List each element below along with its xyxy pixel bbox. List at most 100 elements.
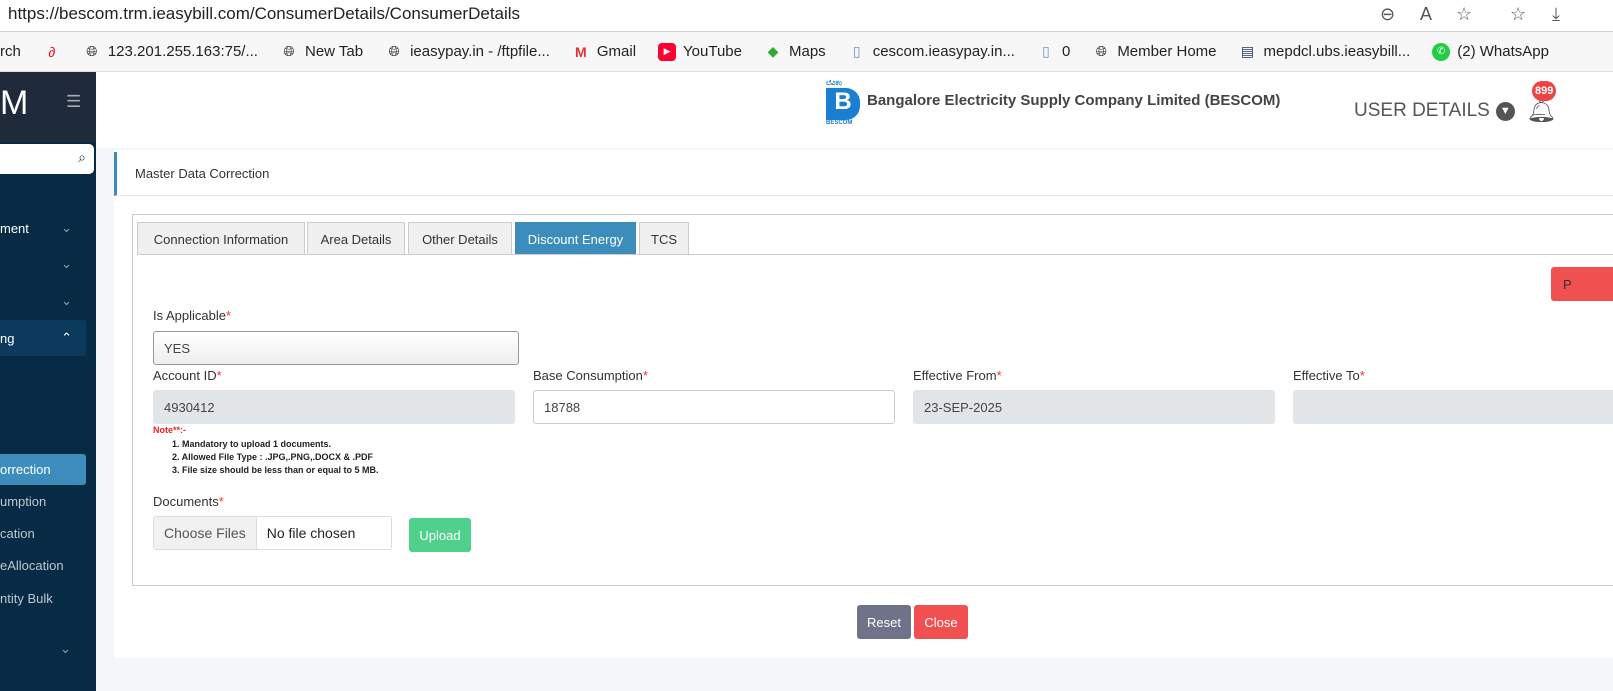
- bookmark[interactable]: M Gmail: [572, 43, 636, 61]
- bookmark-label: 0: [1061, 43, 1071, 60]
- reset-button[interactable]: Reset: [857, 605, 911, 639]
- globe-icon: 🌐︎: [1095, 43, 1107, 59]
- page-icon: ▯: [852, 43, 861, 59]
- tab-area-details[interactable]: Area Details: [307, 222, 405, 255]
- sidebar-item-expanded[interactable]: ng ⌃: [0, 320, 86, 356]
- read-aloud-icon[interactable]: A: [1420, 4, 1432, 25]
- bookmark-label: Gmail: [596, 43, 637, 60]
- search-icon: ⌕: [78, 149, 86, 165]
- top-right-button[interactable]: P: [1551, 267, 1613, 301]
- url-text[interactable]: https://bescom.trm.ieasybill.com/Consume…: [8, 4, 520, 24]
- upload-button[interactable]: Upload: [409, 518, 471, 552]
- chevron-up-icon: ⌃: [61, 330, 72, 345]
- is-applicable-select[interactable]: YES: [153, 331, 519, 365]
- bookmark[interactable]: ◆ Maps: [764, 43, 826, 61]
- effective-from-field[interactable]: 23-SEP-2025: [913, 390, 1275, 424]
- chevron-down-icon[interactable]: ⌄: [60, 641, 71, 657]
- documents-label: Documents*: [153, 494, 224, 509]
- user-details-dropdown[interactable]: USER DETAILS ▼: [1354, 100, 1515, 122]
- bookmark[interactable]: ▤ mepdcl.ubs.ieasybill...: [1239, 43, 1411, 61]
- bescom-logo: ಬೆವಿಕಂ B BESCOM: [826, 80, 862, 128]
- chevron-down-icon: ⌄: [61, 293, 72, 308]
- gmail-icon: M: [575, 43, 587, 60]
- top-header: ಬೆವಿಕಂ B BESCOM Bangalore Electricity Su…: [96, 72, 1613, 148]
- bookmark[interactable]: ▯ 0: [1037, 43, 1070, 61]
- sidebar-item[interactable]: ⌄: [0, 246, 86, 282]
- bookmark[interactable]: ▯ cescom.ieasypay.in...: [848, 43, 1015, 61]
- bookmark[interactable]: 🌐︎ 123.201.255.163:75/...: [83, 43, 258, 61]
- sidebar-search-input[interactable]: ⌕: [0, 144, 94, 174]
- effective-to-field[interactable]: [1293, 390, 1613, 424]
- file-status: No file chosen: [266, 525, 356, 541]
- sidebar-subitem[interactable]: umption: [0, 494, 46, 509]
- bookmark[interactable]: ∂: [43, 43, 61, 61]
- bookmark[interactable]: 🌐︎ Member Home: [1092, 43, 1217, 61]
- sidebar-item-label: ment: [0, 220, 29, 236]
- effective-from-label: Effective From*: [913, 368, 1002, 383]
- bookmark-label: YouTube: [683, 43, 742, 60]
- sidebar-subitem-active[interactable]: orrection: [0, 454, 86, 485]
- chevron-down-circle-icon: ▼: [1495, 101, 1515, 121]
- notification-badge: 899: [1532, 81, 1557, 101]
- whatsapp-icon: ✆: [1432, 42, 1451, 61]
- close-button[interactable]: Close: [914, 605, 968, 639]
- bookmark-label: mepdcl.ubs.ieasybill...: [1263, 43, 1411, 60]
- bookmark-label: Maps: [789, 43, 826, 60]
- company-name: Bangalore Electricity Supply Company Lim…: [867, 92, 1281, 109]
- zoom-out-icon[interactable]: ⊖: [1380, 4, 1395, 25]
- bookmark-label: ieasypay.in - /ftpfile...: [410, 43, 550, 60]
- airtel-icon: ∂: [48, 43, 56, 60]
- sidebar-item[interactable]: ment ⌄: [0, 210, 86, 246]
- globe-icon: 🌐︎: [283, 43, 295, 59]
- chevron-down-icon: ⌄: [61, 256, 72, 271]
- bookmark-label: rch: [0, 43, 21, 60]
- sidebar-subitem[interactable]: cation: [0, 526, 35, 541]
- is-applicable-label: Is Applicable*: [153, 308, 232, 323]
- effective-to-label: Effective To*: [1293, 368, 1365, 383]
- sidebar-subitem-label: orrection: [0, 462, 51, 477]
- app-logo: M: [0, 84, 29, 122]
- chevron-down-icon: ⌄: [61, 220, 72, 235]
- bookmark-label: (2) WhatsApp: [1457, 43, 1549, 60]
- page-title: Master Data Correction: [135, 166, 270, 181]
- bookmark[interactable]: ▶ YouTube: [658, 42, 742, 61]
- choose-files-button[interactable]: Choose Files: [154, 517, 257, 549]
- bookmarks-bar: rch ∂ 🌐︎ 123.201.255.163:75/... 🌐︎ New Tab…: [0, 32, 1613, 72]
- address-bar[interactable]: https://bescom.trm.ieasybill.com/Consume…: [0, 0, 1613, 32]
- note-item: 2. Allowed File Type : .JPG,.PNG,.DOCX &…: [172, 452, 374, 462]
- maps-icon: ◆: [767, 43, 779, 59]
- globe-icon: 🌐︎: [86, 43, 98, 59]
- favorite-star-icon[interactable]: ☆: [1456, 4, 1472, 25]
- tab-connection-information[interactable]: Connection Information: [137, 222, 305, 255]
- bookmark[interactable]: rch: [0, 43, 21, 60]
- bookmark-label: 123.201.255.163:75/...: [107, 43, 258, 60]
- file-input[interactable]: Choose Files No file chosen: [153, 516, 392, 550]
- account-id-label: Account ID*: [153, 368, 222, 383]
- bookmark[interactable]: 🌐︎ ieasypay.in - /ftpfile...: [385, 43, 550, 61]
- tab-discount-energy[interactable]: Discount Energy: [515, 222, 636, 255]
- favorites-icon[interactable]: ☆: [1510, 4, 1526, 25]
- page-icon: ▯: [1042, 43, 1050, 59]
- base-consumption-field[interactable]: 18788: [533, 390, 895, 424]
- menu-toggle-icon[interactable]: ☰: [66, 92, 81, 112]
- bookmark[interactable]: ✆ (2) WhatsApp: [1432, 42, 1549, 61]
- note-item: 3. File size should be less than or equa…: [172, 465, 379, 475]
- site-icon: ▤: [1240, 43, 1255, 59]
- globe-icon: 🌐︎: [388, 43, 400, 59]
- note-label: Note**:-: [153, 425, 186, 435]
- download-icon[interactable]: ⤓: [1552, 4, 1560, 25]
- base-consumption-label: Base Consumption*: [533, 368, 648, 383]
- bookmark-label: cescom.ieasypay.in...: [872, 43, 1015, 60]
- note-item: 1. Mandatory to upload 1 documents.: [172, 439, 332, 449]
- tab-divider: [137, 254, 1613, 255]
- account-id-field[interactable]: 4930412: [153, 390, 515, 424]
- tab-tcs[interactable]: TCS: [639, 222, 689, 255]
- bookmark-label: New Tab: [304, 43, 364, 60]
- youtube-icon: ▶: [658, 42, 677, 61]
- tab-other-details[interactable]: Other Details: [408, 222, 512, 255]
- sidebar-subitem[interactable]: ntity Bulk: [0, 591, 53, 606]
- bookmark[interactable]: 🌐︎ New Tab: [280, 43, 363, 61]
- sidebar-item[interactable]: ⌄: [0, 283, 86, 319]
- sidebar-subitem[interactable]: eAllocation: [0, 558, 64, 573]
- page-title-bar: Master Data Correction: [114, 152, 1613, 196]
